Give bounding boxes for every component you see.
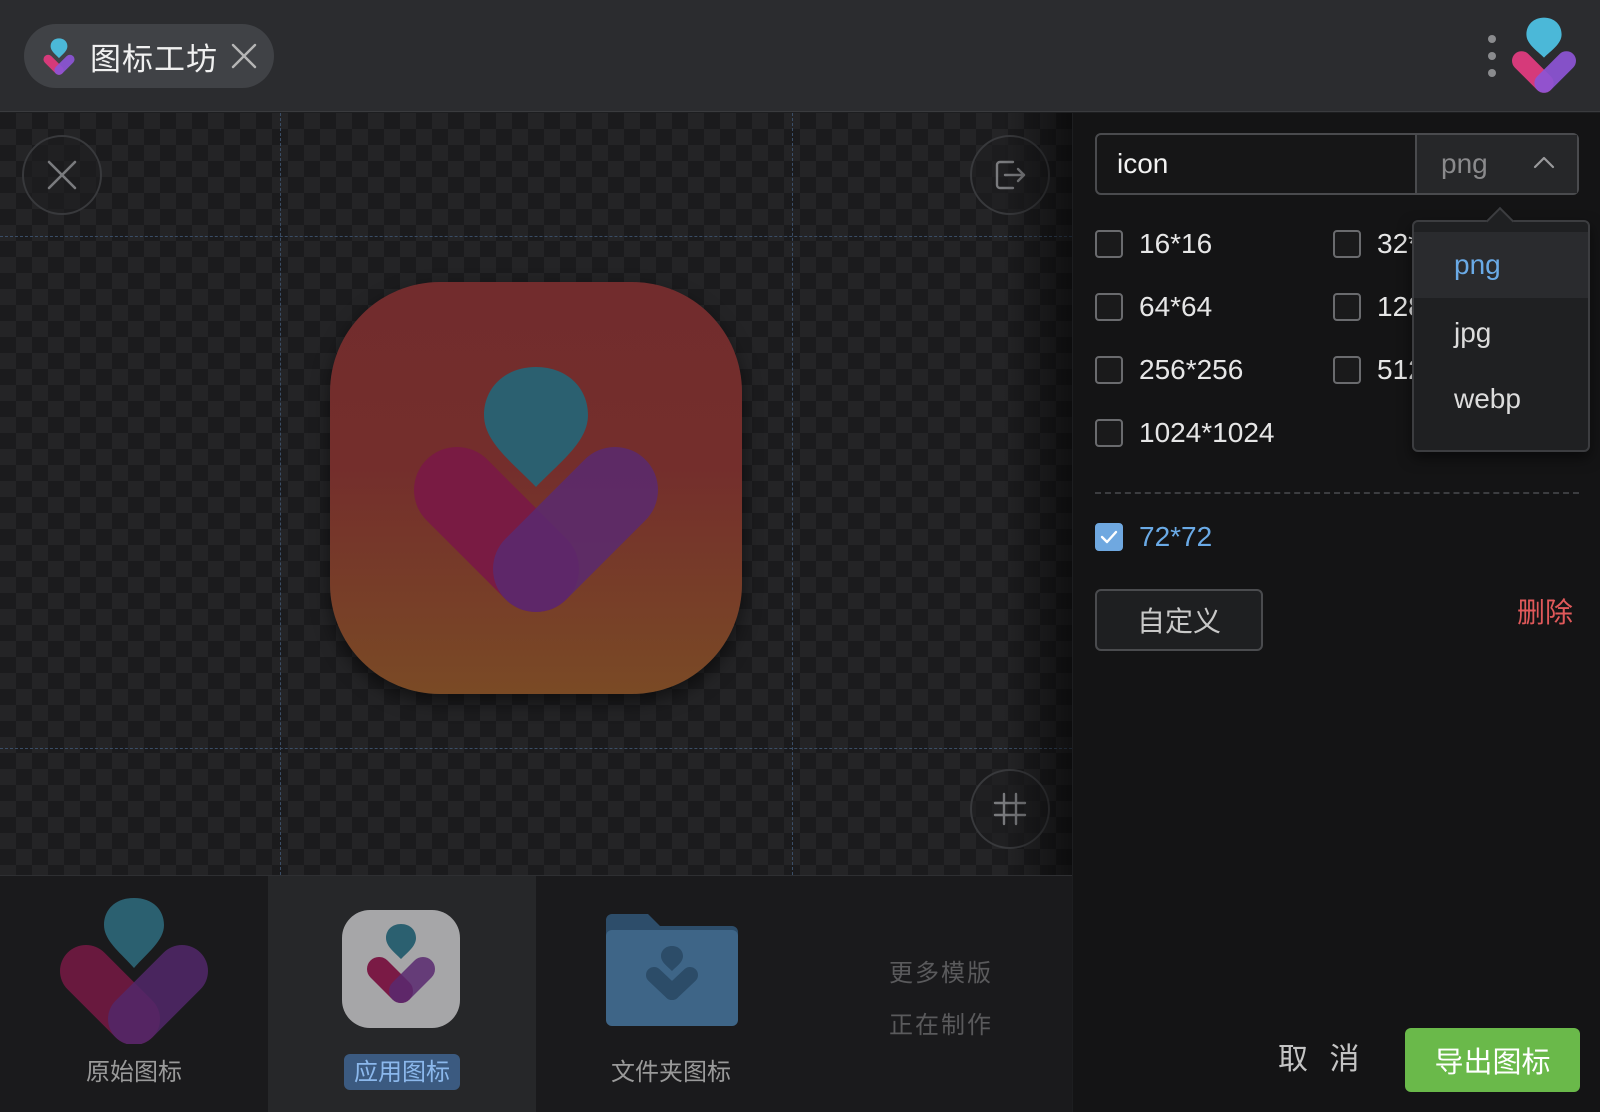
format-dropdown: png jpg webp — [1412, 206, 1590, 452]
size-option-label: 16*16 — [1139, 228, 1213, 259]
guide-line — [280, 113, 281, 875]
size-option-256[interactable]: 256*256 — [1095, 354, 1243, 386]
more-vertical-icon[interactable] — [1484, 34, 1500, 78]
checkbox[interactable] — [1333, 356, 1361, 384]
checkbox-checked[interactable] — [1095, 523, 1123, 551]
checkbox[interactable] — [1095, 356, 1123, 384]
checkbox[interactable] — [1333, 230, 1361, 258]
size-option-label: 1024*1024 — [1139, 417, 1275, 448]
template-label: 原始图标 — [86, 1058, 182, 1086]
panel-divider — [1095, 492, 1579, 494]
title-bar: 图标工坊 — [0, 0, 1600, 112]
app-icon-preview — [330, 282, 742, 694]
custom-size-option[interactable]: 72*72 — [1095, 521, 1212, 553]
more-templates-text: 更多模版 — [889, 959, 993, 987]
format-option-png[interactable]: png — [1414, 232, 1588, 298]
checkbox[interactable] — [1333, 293, 1361, 321]
size-option-1024[interactable]: 1024*1024 — [1095, 417, 1274, 449]
checkbox[interactable] — [1095, 230, 1123, 258]
size-option-64[interactable]: 64*64 — [1095, 291, 1212, 323]
guide-line — [0, 748, 1072, 749]
chevron-up-icon — [1533, 156, 1555, 169]
folder-icon — [606, 914, 738, 1026]
delete-link[interactable]: 删除 — [1517, 591, 1573, 631]
app-logo-icon — [414, 367, 658, 612]
custom-size-button[interactable]: 自定义 — [1095, 589, 1263, 651]
format-select[interactable]: png — [1415, 135, 1577, 193]
template-folder[interactable]: 文件夹图标 — [536, 876, 806, 1112]
brand-logo-icon — [1512, 17, 1576, 93]
check-icon — [1100, 530, 1118, 544]
checkbox[interactable] — [1095, 419, 1123, 447]
more-templates-subtext: 正在制作 — [889, 1011, 993, 1039]
checkbox[interactable] — [1095, 293, 1123, 321]
format-option-webp[interactable]: webp — [1414, 366, 1588, 432]
size-option-16[interactable]: 16*16 — [1095, 228, 1212, 260]
filename-group: png — [1095, 133, 1579, 195]
template-label: 应用图标 — [268, 1052, 536, 1090]
export-button[interactable]: 导出图标 — [1405, 1028, 1580, 1092]
guide-line — [792, 113, 793, 875]
guide-line — [0, 236, 1072, 237]
app-logo-icon — [367, 924, 435, 1003]
app-tab[interactable]: 图标工坊 — [24, 24, 274, 88]
template-app-thumb — [342, 910, 460, 1028]
size-option-label: 256*256 — [1139, 354, 1244, 385]
template-strip: 原始图标 应用图标 文件夹图标 更多模版 正在制作 — [0, 875, 1072, 1112]
close-icon[interactable] — [230, 42, 258, 70]
size-option-label: 64*64 — [1139, 291, 1213, 322]
preview-canvas — [0, 113, 1072, 875]
template-app-icon[interactable]: 应用图标 — [268, 876, 536, 1112]
close-preview-button[interactable] — [22, 135, 102, 215]
cancel-button[interactable]: 取 消 — [1278, 1034, 1366, 1078]
app-logo-icon — [60, 898, 208, 1044]
format-select-value: png — [1441, 148, 1488, 179]
app-logo-icon — [43, 38, 75, 75]
template-label: 文件夹图标 — [611, 1058, 731, 1086]
app-tab-title: 图标工坊 — [90, 41, 218, 78]
filename-input[interactable] — [1097, 135, 1415, 193]
format-option-jpg[interactable]: jpg — [1414, 300, 1588, 366]
custom-size-label: 72*72 — [1139, 521, 1213, 552]
close-icon — [47, 160, 77, 190]
canvas-shadow — [1002, 113, 1072, 875]
template-original[interactable]: 原始图标 — [0, 876, 268, 1112]
